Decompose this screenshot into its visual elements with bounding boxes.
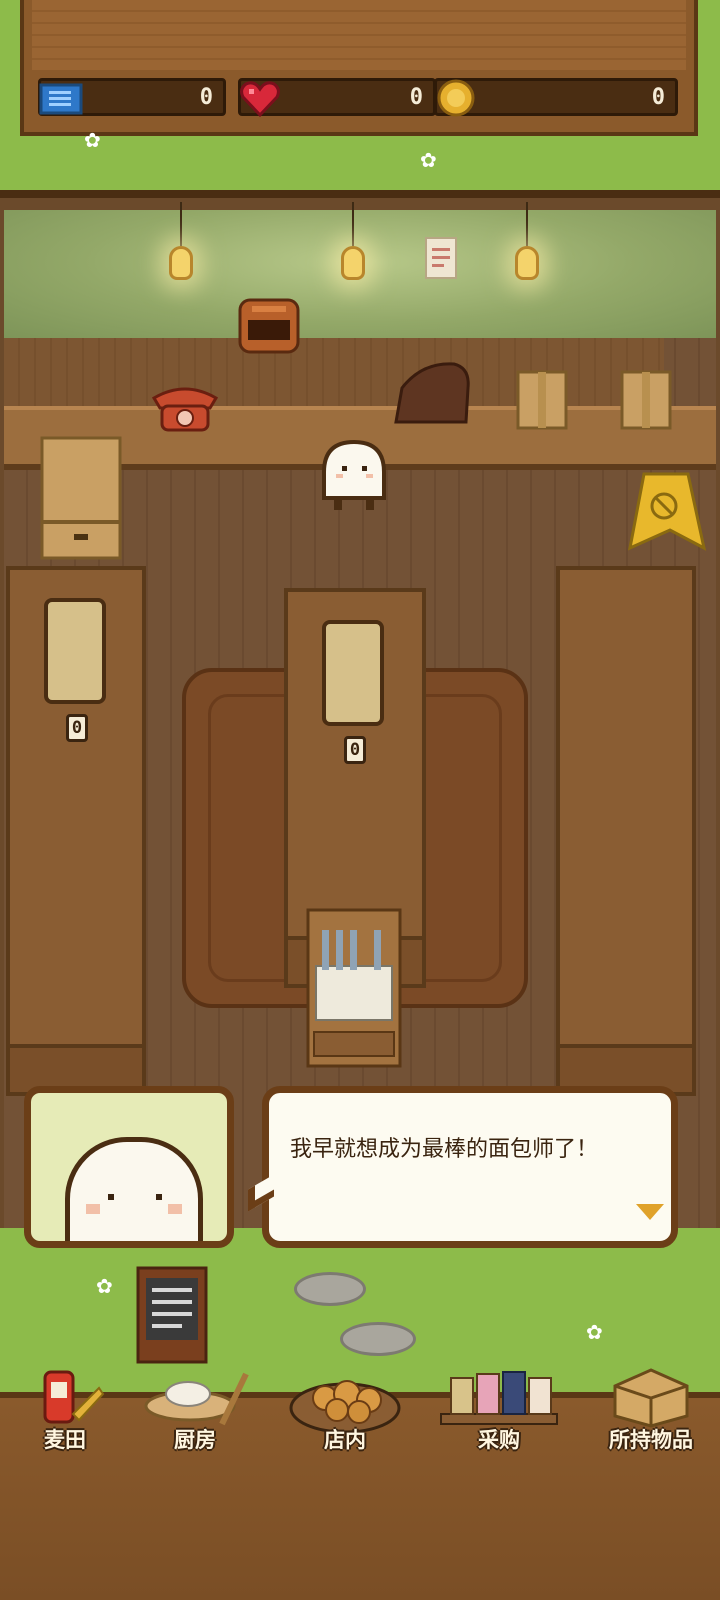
wet-floor-sign-icon[interactable] [626, 470, 708, 556]
nav-item-kitchen[interactable]: 厨房 [130, 1360, 260, 1470]
stats-sign: 0 0 0 [20, 0, 698, 136]
inventory-box-icon [613, 1368, 689, 1428]
daisy-flower-icon: ✿ [84, 128, 101, 152]
bread-tray-center[interactable] [322, 620, 384, 726]
oven-icon[interactable] [238, 292, 300, 354]
wall-note-icon[interactable] [424, 236, 458, 280]
shopping-shelf-icon [440, 1371, 558, 1425]
storage-cabinet-icon[interactable] [40, 436, 122, 562]
ticket-count: 0 [199, 85, 213, 110]
cardboard-box-icon[interactable] [620, 370, 672, 430]
stepping-stone [340, 1322, 416, 1356]
nav-item-purchase[interactable]: 采购 [434, 1360, 564, 1470]
display-table-right [556, 566, 696, 1096]
bread-tray-left[interactable] [44, 598, 106, 704]
daisy-flower-icon: ✿ [96, 1274, 113, 1298]
telephone-icon[interactable] [148, 378, 222, 434]
speaker-portrait [24, 1086, 234, 1248]
heart-counter[interactable]: 0 [238, 78, 436, 118]
stepping-stone [294, 1272, 366, 1306]
kitchen-icon [144, 1372, 249, 1426]
cardboard-box-icon[interactable] [516, 370, 568, 430]
coin-icon [437, 79, 475, 117]
wheat-field-icon [43, 1370, 105, 1424]
ticket-icon [39, 83, 83, 115]
baker-character-icon[interactable] [318, 438, 390, 514]
coin-count: 0 [651, 85, 665, 110]
nav-item-shop[interactable]: 店内 [280, 1360, 410, 1470]
daisy-flower-icon: ✿ [420, 148, 437, 172]
nav-label-wheat-field: 麦田 [44, 1428, 86, 1452]
daisy-flower-icon: ✿ [586, 1320, 603, 1344]
dialog-text: 我早就想成为最棒的面包师了！ [290, 1137, 599, 1162]
bread-loaf-icon[interactable] [392, 358, 474, 430]
hanging-bulb-icon [338, 202, 368, 288]
nav-label-inventory: 所持物品 [609, 1428, 693, 1452]
dialog-next-arrow-icon[interactable] [636, 1204, 664, 1220]
sign-planks [32, 0, 686, 70]
nav-item-inventory[interactable]: 所持物品 [584, 1360, 718, 1470]
nav-label-kitchen: 厨房 [174, 1428, 216, 1452]
hanging-bulb-icon [512, 202, 542, 288]
nav-label-purchase: 采购 [478, 1428, 520, 1452]
heart-count: 0 [409, 85, 423, 110]
menu-chalkboard-icon[interactable] [136, 1266, 208, 1364]
baker-portrait-icon [65, 1137, 203, 1241]
coin-counter[interactable]: 0 [434, 78, 678, 117]
cash-register-icon[interactable] [306, 908, 402, 1068]
hanging-bulb-icon [166, 202, 196, 288]
nav-label-shop: 店内 [324, 1428, 366, 1452]
tray-count-left: 0 [66, 714, 88, 742]
dialog-box[interactable] [262, 1086, 678, 1248]
ticket-counter[interactable]: 0 [38, 78, 226, 116]
tray-count-center: 0 [344, 736, 366, 764]
heart-icon [240, 81, 280, 118]
nav-item-wheat-field[interactable]: 麦田 [0, 1360, 130, 1470]
